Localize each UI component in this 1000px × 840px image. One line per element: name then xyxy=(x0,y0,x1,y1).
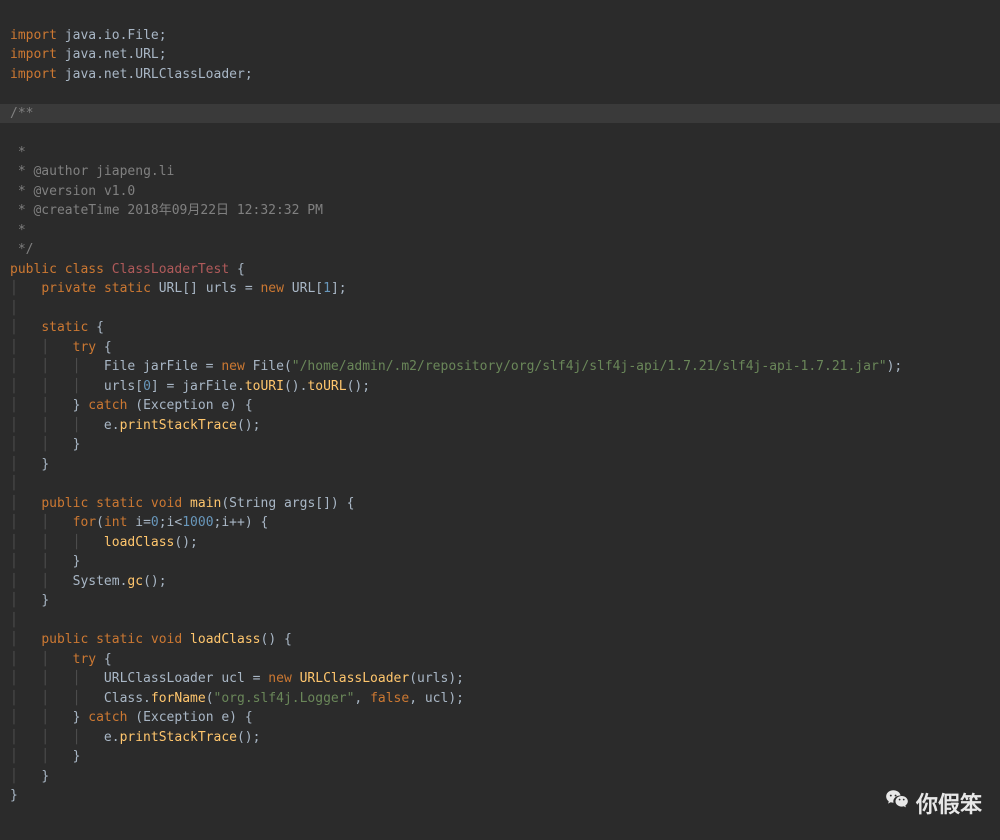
code-editor: import java.io.File; import java.net.URL… xyxy=(0,0,1000,812)
blank-line: │ xyxy=(10,613,18,628)
code-line: │ │ for(int i=0;i<1000;i++) { xyxy=(10,515,268,530)
code-line: │ │ │ e.printStackTrace(); xyxy=(10,418,260,433)
code-line: public class ClassLoaderTest { xyxy=(10,262,245,277)
code-line: │ │ } catch (Exception e) { xyxy=(10,710,253,725)
code-line: import java.io.File; xyxy=(10,28,167,43)
blank-line xyxy=(10,86,18,101)
code-line: │ } xyxy=(10,769,49,784)
blank-line: │ xyxy=(10,301,18,316)
code-line: │ } xyxy=(10,457,49,472)
code-line: │ │ System.gc(); xyxy=(10,574,167,589)
code-line: import java.net.URL; xyxy=(10,47,167,62)
code-line: │ │ │ urls[0] = jarFile.toURI().toURL(); xyxy=(10,379,370,394)
code-line: } xyxy=(10,788,18,803)
code-line: import java.net.URLClassLoader; xyxy=(10,67,253,82)
code-line: │ │ } xyxy=(10,749,80,764)
code-line: │ │ │ Class.forName("org.slf4j.Logger", … xyxy=(10,691,464,706)
code-line: │ static { xyxy=(10,320,104,335)
code-line: │ │ │ loadClass(); xyxy=(10,535,198,550)
code-line: │ │ │ e.printStackTrace(); xyxy=(10,730,260,745)
code-line: │ │ try { xyxy=(10,652,112,667)
code-line: │ } xyxy=(10,593,49,608)
javadoc-line: * xyxy=(10,145,26,160)
javadoc-line: * @createTime 2018年09月22日 12:32:32 PM xyxy=(10,203,323,218)
wechat-icon xyxy=(884,787,910,822)
javadoc-line: * xyxy=(10,223,26,238)
code-line: │ public static void main(String args[])… xyxy=(10,496,354,511)
code-line: │ │ } xyxy=(10,554,80,569)
watermark: 你假笨 xyxy=(884,787,982,822)
code-line: │ │ try { xyxy=(10,340,112,355)
code-line: │ │ │ URLClassLoader ucl = new URLClassL… xyxy=(10,671,464,686)
javadoc-line: * @version v1.0 xyxy=(10,184,135,199)
code-line: │ │ │ File jarFile = new File("/home/adm… xyxy=(10,359,902,374)
code-line: │ │ } catch (Exception e) { xyxy=(10,398,253,413)
javadoc-line: /** xyxy=(0,104,1000,124)
code-line: │ public static void loadClass() { xyxy=(10,632,292,647)
blank-line: │ xyxy=(10,476,18,491)
code-line: │ │ } xyxy=(10,437,80,452)
code-line: │ private static URL[] urls = new URL[1]… xyxy=(10,281,347,296)
watermark-text: 你假笨 xyxy=(916,788,982,821)
javadoc-line: */ xyxy=(10,242,33,257)
javadoc-line: * @author jiapeng.li xyxy=(10,164,174,179)
